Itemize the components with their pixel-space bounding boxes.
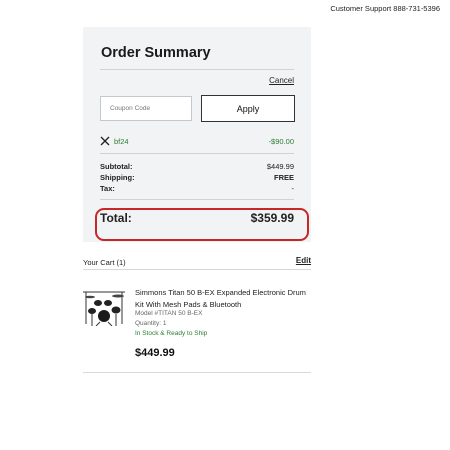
cancel-link[interactable]: Cancel <box>269 76 294 85</box>
cart-title: Your Cart (1) <box>83 258 126 267</box>
applied-promo-code: bf24 <box>114 137 129 146</box>
customer-support-text: Customer Support 888-731-5396 <box>330 4 440 13</box>
product-name-link[interactable]: Simmons Titan 50 B-EX Expanded Electroni… <box>135 287 313 310</box>
divider <box>83 372 311 373</box>
promo-discount-amount: -$90.00 <box>268 137 294 146</box>
shipping-value: FREE <box>273 173 294 182</box>
close-icon[interactable] <box>100 136 110 146</box>
total-value: $359.99 <box>250 211 294 225</box>
tax-label: Tax: <box>100 184 115 193</box>
subtotal-label: Subtotal: <box>100 162 133 171</box>
divider <box>100 153 294 154</box>
tax-value: - <box>291 184 295 193</box>
divider <box>100 199 294 200</box>
apply-button[interactable]: Apply <box>201 95 295 122</box>
product-price: $449.99 <box>135 347 175 359</box>
divider <box>100 69 294 70</box>
order-summary-panel: Order Summary Cancel Apply bf24 -$90.00 … <box>83 27 311 242</box>
total-label: Total: <box>100 211 132 225</box>
product-quantity: Quantity: 1 <box>135 320 167 327</box>
cart-edit-link[interactable]: Edit <box>296 256 311 265</box>
shipping-label: Shipping: <box>100 173 135 182</box>
divider <box>83 269 311 270</box>
coupon-code-input[interactable] <box>100 96 192 121</box>
subtotal-value: $449.99 <box>266 162 294 171</box>
order-summary-title: Order Summary <box>101 45 211 61</box>
stock-status: In Stock & Ready to Ship <box>135 330 208 337</box>
drum-kit-icon[interactable] <box>80 286 128 326</box>
product-model: Model #TITAN 50 B-EX <box>135 310 203 317</box>
